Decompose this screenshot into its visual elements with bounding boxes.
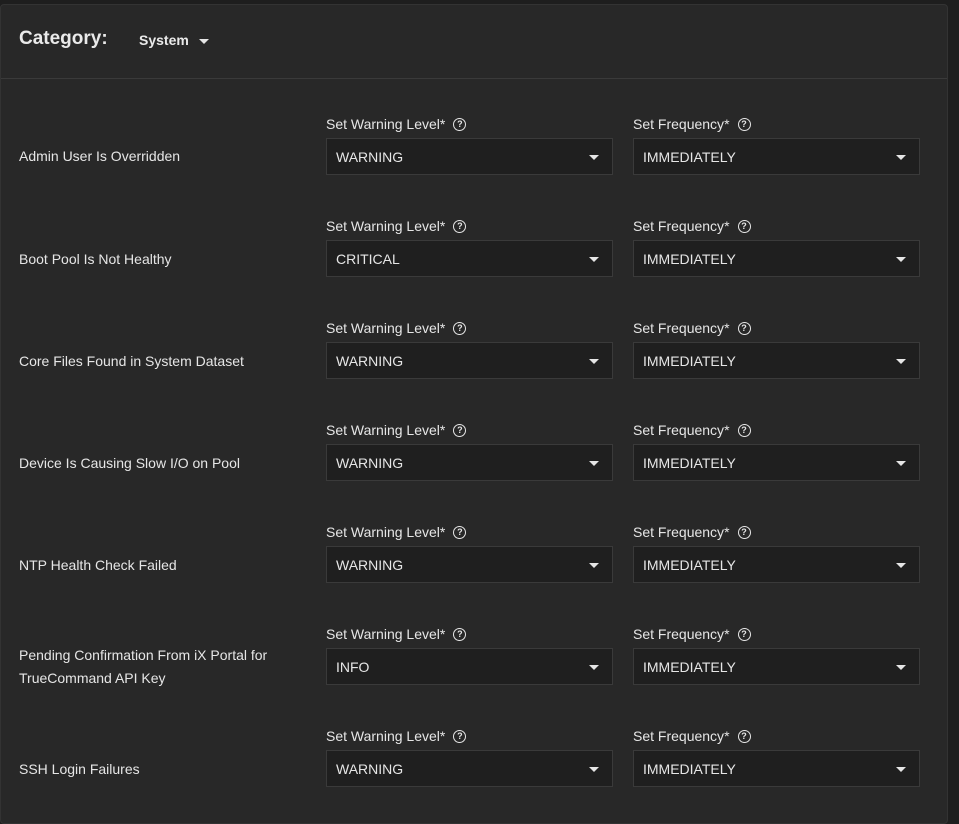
warning-level-select[interactable]: INFO <box>326 648 613 685</box>
chevron-down-icon <box>589 155 599 160</box>
frequency-select[interactable]: IMMEDIATELY <box>633 240 920 277</box>
warning-level-label: Set Warning Level * ? <box>326 626 467 642</box>
warning-level-value: WARNING <box>336 761 404 777</box>
frequency-value: IMMEDIATELY <box>643 353 736 369</box>
frequency-value: IMMEDIATELY <box>643 659 736 675</box>
warning-level-select[interactable]: WARNING <box>326 342 613 379</box>
help-icon[interactable]: ? <box>453 423 467 437</box>
help-icon[interactable]: ? <box>737 627 751 641</box>
help-icon[interactable]: ? <box>453 117 467 131</box>
frequency-select[interactable]: IMMEDIATELY <box>633 342 920 379</box>
frequency-select[interactable]: IMMEDIATELY <box>633 444 920 481</box>
category-label: Category: <box>19 28 108 49</box>
chevron-down-icon <box>589 359 599 364</box>
warning-level-value: WARNING <box>336 557 404 573</box>
warning-level-value: CRITICAL <box>336 251 400 267</box>
help-icon[interactable]: ? <box>453 321 467 335</box>
chevron-down-icon <box>198 38 209 44</box>
warning-level-label: Set Warning Level * ? <box>326 218 467 234</box>
chevron-down-icon <box>589 665 599 670</box>
chevron-down-icon <box>896 257 906 262</box>
warning-level-value: WARNING <box>336 353 404 369</box>
chevron-down-icon <box>896 155 906 160</box>
warning-level-select[interactable]: WARNING <box>326 138 613 175</box>
chevron-down-icon <box>896 563 906 568</box>
warning-level-label: Set Warning Level * ? <box>326 116 467 132</box>
help-icon[interactable]: ? <box>737 117 751 131</box>
help-icon[interactable]: ? <box>453 729 467 743</box>
warning-level-select[interactable]: WARNING <box>326 750 613 787</box>
chevron-down-icon <box>589 461 599 466</box>
frequency-value: IMMEDIATELY <box>643 761 736 777</box>
frequency-value: IMMEDIATELY <box>643 149 736 165</box>
warning-level-label: Set Warning Level * ? <box>326 320 467 336</box>
frequency-label: Set Frequency * ? <box>633 524 751 540</box>
alert-name: Pending Confirmation From iX Portal for … <box>19 647 268 686</box>
warning-level-label: Set Warning Level * ? <box>326 524 467 540</box>
chevron-down-icon <box>896 359 906 364</box>
chevron-down-icon <box>896 665 906 670</box>
frequency-label: Set Frequency * ? <box>633 626 751 642</box>
frequency-label: Set Frequency * ? <box>633 728 751 744</box>
alert-name: Boot Pool Is Not Healthy <box>19 251 172 267</box>
alert-name: NTP Health Check Failed <box>19 557 177 573</box>
alert-name: Core Files Found in System Dataset <box>19 353 244 369</box>
chevron-down-icon <box>589 767 599 772</box>
warning-level-select[interactable]: WARNING <box>326 444 613 481</box>
help-icon[interactable]: ? <box>737 219 751 233</box>
frequency-select[interactable]: IMMEDIATELY <box>633 750 920 787</box>
warning-level-select[interactable]: WARNING <box>326 546 613 583</box>
help-icon[interactable]: ? <box>453 219 467 233</box>
help-icon[interactable]: ? <box>453 627 467 641</box>
warning-level-label: Set Warning Level * ? <box>326 728 467 744</box>
chevron-down-icon <box>896 461 906 466</box>
frequency-label: Set Frequency * ? <box>633 320 751 336</box>
frequency-value: IMMEDIATELY <box>643 455 736 471</box>
frequency-select[interactable]: IMMEDIATELY <box>633 138 920 175</box>
frequency-value: IMMEDIATELY <box>643 251 736 267</box>
warning-level-label: Set Warning Level * ? <box>326 422 467 438</box>
help-icon[interactable]: ? <box>737 423 751 437</box>
alert-name: Admin User Is Overridden <box>19 148 181 164</box>
chevron-down-icon <box>896 767 906 772</box>
help-icon[interactable]: ? <box>737 729 751 743</box>
frequency-label: Set Frequency * ? <box>633 218 751 234</box>
frequency-label: Set Frequency * ? <box>633 116 751 132</box>
frequency-select[interactable]: IMMEDIATELY <box>633 546 920 583</box>
warning-level-value: INFO <box>336 659 370 675</box>
category-select[interactable]: System <box>139 32 209 48</box>
alert-name: SSH Login Failures <box>19 761 140 777</box>
help-icon[interactable]: ? <box>737 321 751 335</box>
help-icon[interactable]: ? <box>737 525 751 539</box>
frequency-select[interactable]: IMMEDIATELY <box>633 648 920 685</box>
frequency-value: IMMEDIATELY <box>643 557 736 573</box>
chevron-down-icon <box>589 257 599 262</box>
category-header: Category: System <box>1 5 947 79</box>
frequency-label: Set Frequency * ? <box>633 422 751 438</box>
alert-settings-card: Category: System Admin User Is Overridde… <box>0 4 948 824</box>
category-value: System <box>139 32 189 48</box>
help-icon[interactable]: ? <box>453 525 467 539</box>
warning-level-value: WARNING <box>336 455 404 471</box>
warning-level-select[interactable]: CRITICAL <box>326 240 613 277</box>
chevron-down-icon <box>589 563 599 568</box>
alert-name: Device Is Causing Slow I/O on Pool <box>19 455 240 471</box>
warning-level-value: WARNING <box>336 149 404 165</box>
